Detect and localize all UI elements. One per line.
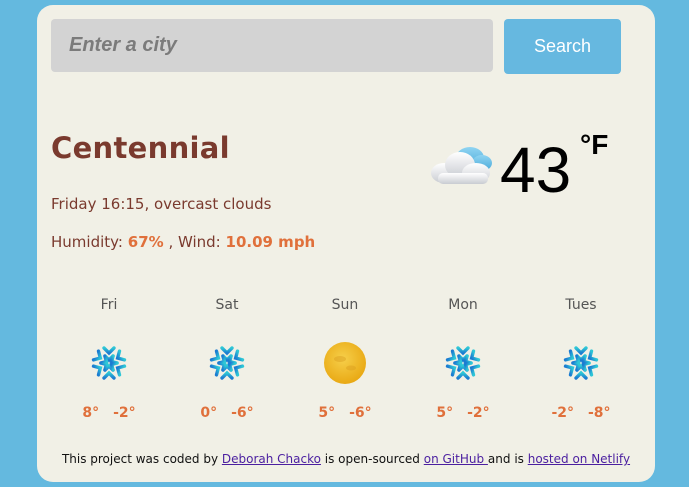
snowflake-icon — [559, 341, 603, 385]
forecast-max-temp: 5° — [318, 405, 336, 421]
snowflake-icon — [441, 341, 485, 385]
forecast-day: Sat 0° -6° — [177, 295, 277, 421]
sun-icon — [323, 341, 367, 385]
forecast-min-temp: -2° — [467, 405, 490, 421]
forecast-day: Tues -2° -8° — [531, 295, 631, 421]
forecast-max-temp: 0° — [200, 405, 218, 421]
current-temperature: 43 — [500, 134, 572, 206]
wind-label: , Wind: — [163, 233, 221, 251]
humidity-label: Humidity: — [51, 233, 123, 251]
forecast-min-temp: -6° — [231, 405, 254, 421]
forecast-temps: 8° -2° — [59, 405, 159, 421]
forecast-temps: 5° -2° — [413, 405, 513, 421]
footer-text: This project was coded by — [61, 452, 222, 466]
forecast-day-name: Mon — [448, 297, 478, 313]
city-name: Centennial — [51, 131, 230, 165]
forecast-day: Fri 8° -2° — [59, 295, 159, 421]
forecast-day-name: Sun — [331, 297, 359, 313]
forecast-day: Sun 5° -6° — [295, 295, 395, 421]
forecast-max-temp: 5° — [436, 405, 454, 421]
weather-card: Search Centennial Friday 16:15, overcast… — [37, 5, 655, 482]
city-search-input[interactable] — [51, 19, 493, 72]
footer-text: and is — [487, 452, 528, 466]
cloud-icon — [431, 147, 492, 184]
author-link[interactable]: Deborah Chacko — [222, 452, 321, 466]
forecast-min-temp: -2° — [113, 405, 136, 421]
snowflake-icon — [87, 341, 131, 385]
forecast-day-name: Fri — [100, 297, 118, 313]
date-time-description: Friday 16:15, overcast clouds — [51, 195, 272, 213]
snowflake-icon — [205, 341, 249, 385]
footer-text: is open-sourced — [320, 452, 424, 466]
forecast-max-temp: 8° — [82, 405, 100, 421]
forecast-temps: 0° -6° — [177, 405, 277, 421]
forecast-min-temp: -8° — [588, 405, 611, 421]
forecast-temps: 5° -6° — [295, 405, 395, 421]
forecast-day: Mon 5° -2° — [413, 295, 513, 421]
conditions-line: Humidity: 67% , Wind: 10.09 mph — [51, 233, 315, 251]
github-link[interactable]: on GitHub — [424, 452, 488, 466]
wind-value: 10.09 mph — [225, 233, 316, 251]
search-button[interactable]: Search — [504, 19, 621, 74]
forecast-day-name: Tues — [565, 297, 597, 313]
forecast-max-temp: -2° — [551, 405, 574, 421]
humidity-value: 67% — [127, 233, 164, 251]
footer: This project was coded by Deborah Chacko… — [37, 452, 655, 466]
netlify-link[interactable]: hosted on Netlify — [528, 452, 630, 466]
temperature-unit[interactable]: °F — [580, 129, 608, 161]
forecast-min-temp: -6° — [349, 405, 372, 421]
forecast-day-name: Sat — [215, 297, 239, 313]
forecast-temps: -2° -8° — [531, 405, 631, 421]
